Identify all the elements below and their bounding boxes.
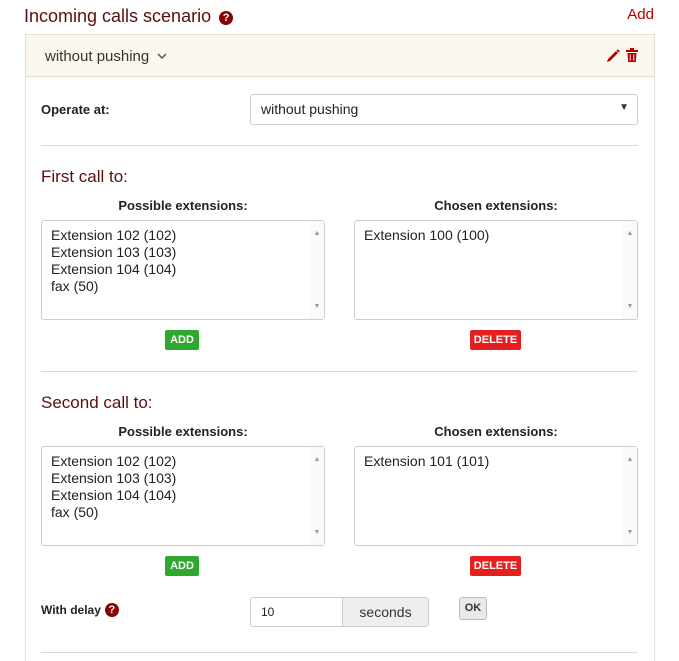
scrollbar[interactable]: ▲ ▼: [623, 447, 637, 545]
first-call-title: First call to:: [41, 167, 128, 186]
operate-at-value: without pushing: [261, 101, 359, 117]
scroll-up-icon[interactable]: ▲: [623, 451, 637, 468]
scenario-toggle[interactable]: without pushing: [45, 48, 167, 65]
scenario-name: without pushing: [45, 48, 150, 65]
first-chosen-label: Chosen extensions:: [434, 198, 558, 213]
delay-label: With delay ?: [41, 603, 119, 617]
delay-unit: seconds: [342, 597, 429, 627]
scroll-down-icon[interactable]: ▼: [310, 298, 324, 315]
list-item[interactable]: Extension 102 (102): [51, 227, 315, 244]
operate-at-label: Operate at:: [41, 102, 110, 117]
divider: [41, 652, 638, 653]
second-possible-label: Possible extensions:: [118, 424, 248, 439]
scroll-down-icon[interactable]: ▼: [623, 298, 637, 315]
delay-input[interactable]: [250, 597, 343, 627]
scroll-down-icon[interactable]: ▼: [623, 524, 637, 541]
second-call-title: Second call to:: [41, 393, 153, 412]
list-item[interactable]: fax (50): [51, 278, 315, 295]
first-delete-button[interactable]: DELETE: [470, 330, 521, 350]
scroll-down-icon[interactable]: ▼: [310, 524, 324, 541]
scenario-panel: without pushing: [25, 34, 655, 661]
second-chosen-label: Chosen extensions:: [434, 424, 558, 439]
scrollbar[interactable]: ▲ ▼: [310, 447, 324, 545]
first-chosen-list[interactable]: Extension 100 (100) ▲ ▼: [354, 220, 638, 320]
list-item[interactable]: Extension 104 (104): [51, 487, 315, 504]
divider: [41, 145, 638, 146]
ok-button[interactable]: OK: [459, 597, 487, 620]
chevron-down-icon: [157, 51, 167, 63]
scrollbar[interactable]: ▲ ▼: [310, 221, 324, 319]
first-possible-label: Possible extensions:: [118, 198, 248, 213]
list-item[interactable]: Extension 101 (101): [364, 453, 628, 470]
add-scenario-link[interactable]: Add: [627, 6, 654, 23]
list-item[interactable]: Extension 104 (104): [51, 261, 315, 278]
delay-label-text: With delay: [41, 603, 101, 617]
scroll-up-icon[interactable]: ▲: [310, 225, 324, 242]
second-possible-list[interactable]: Extension 102 (102) Extension 103 (103) …: [41, 446, 325, 546]
second-delete-button[interactable]: DELETE: [470, 556, 521, 576]
scenario-panel-header: without pushing: [26, 35, 654, 77]
page-title: Incoming calls scenario ?: [24, 6, 234, 27]
list-item[interactable]: fax (50): [51, 504, 315, 521]
second-add-button[interactable]: ADD: [165, 556, 199, 576]
help-icon[interactable]: ?: [219, 10, 234, 25]
trash-icon[interactable]: [626, 47, 638, 63]
scrollbar[interactable]: ▲ ▼: [623, 221, 637, 319]
second-chosen-list[interactable]: Extension 101 (101) ▲ ▼: [354, 446, 638, 546]
list-item[interactable]: Extension 103 (103): [51, 244, 315, 261]
operate-at-select[interactable]: without pushing ▼: [250, 94, 638, 125]
list-item[interactable]: Extension 100 (100): [364, 227, 628, 244]
page-title-text: Incoming calls scenario: [24, 6, 212, 26]
caret-down-icon: ▼: [619, 102, 629, 113]
first-add-button[interactable]: ADD: [165, 330, 199, 350]
list-item[interactable]: Extension 102 (102): [51, 453, 315, 470]
pencil-icon[interactable]: [606, 47, 620, 63]
first-possible-list[interactable]: Extension 102 (102) Extension 103 (103) …: [41, 220, 325, 320]
scroll-up-icon[interactable]: ▲: [310, 451, 324, 468]
scroll-up-icon[interactable]: ▲: [623, 225, 637, 242]
divider: [41, 371, 638, 372]
list-item[interactable]: Extension 103 (103): [51, 470, 315, 487]
help-icon[interactable]: ?: [104, 603, 119, 617]
